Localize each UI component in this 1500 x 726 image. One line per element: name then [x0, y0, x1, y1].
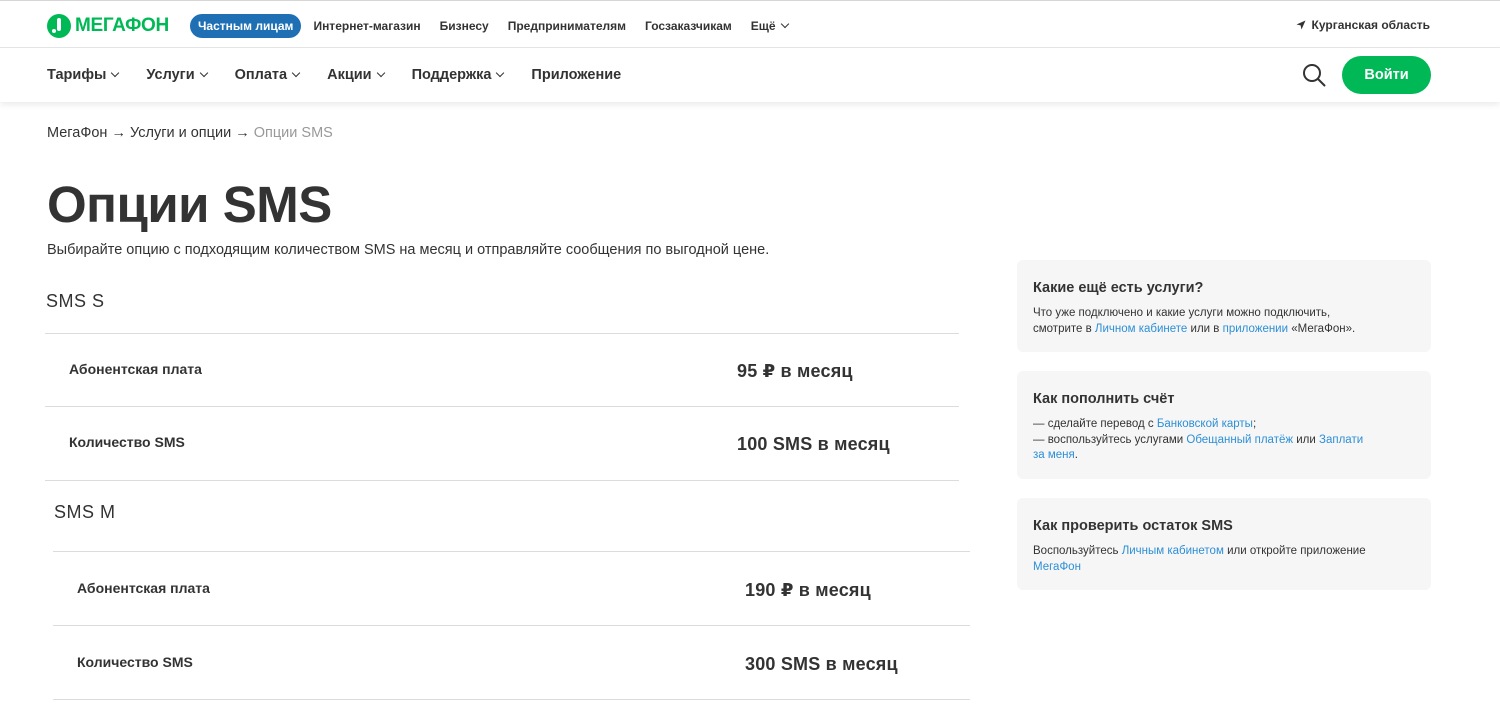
card-text-part: — сделайте перевод с	[1033, 418, 1157, 430]
nav-services[interactable]: Услуги	[146, 67, 208, 83]
personal-account-link[interactable]: Личным кабинетом	[1122, 545, 1224, 557]
option-row: Абонентская плата 95 ₽ в месяц	[45, 333, 959, 407]
breadcrumb-services[interactable]: Услуги и опции	[130, 125, 231, 141]
info-card-topup: Как пополнить счёт — сделайте перевод с …	[1017, 371, 1431, 479]
region-label: Курганская область	[1311, 18, 1430, 32]
breadcrumb-home[interactable]: МегаФон	[47, 125, 107, 141]
info-card-sms-balance: Как проверить остаток SMS Воспользуйтесь…	[1017, 498, 1431, 590]
nav-promo[interactable]: Акции	[327, 67, 385, 83]
card-text-part: «МегаФон».	[1288, 322, 1356, 335]
breadcrumb: МегаФон → Услуги и опции → Опции SMS	[47, 125, 333, 141]
top-bar: МЕГАФОН Частным лицам Интернет-магазин Б…	[0, 5, 1500, 48]
nav-tariffs[interactable]: Тарифы	[47, 67, 120, 83]
location-arrow-icon	[1296, 20, 1306, 30]
segment-nav: Частным лицам Интернет-магазин Бизнесу П…	[190, 14, 807, 38]
nav-tariffs-label: Тарифы	[47, 67, 107, 83]
option-row: Количество SMS 300 SMS в месяц	[53, 625, 970, 699]
nav-services-label: Услуги	[146, 67, 195, 83]
nav-payment-label: Оплата	[234, 67, 288, 83]
personal-account-link[interactable]: Личном кабинете	[1095, 323, 1187, 335]
card-text-part: или откройте приложение	[1223, 545, 1366, 557]
pay-for-me-link[interactable]: Заплати	[1319, 434, 1363, 446]
card-title: Какие ещё есть услуги?	[1033, 280, 1204, 296]
card-text-part: или	[1293, 433, 1320, 446]
search-icon[interactable]	[1302, 63, 1326, 87]
chevron-down-icon	[199, 68, 208, 78]
breadcrumb-separator: →	[235, 125, 250, 141]
row-label: Количество SMS	[69, 434, 185, 450]
card-text-part: Воспользуйтесь	[1033, 545, 1122, 557]
option-row: Количество SMS 100 SMS в месяц	[45, 406, 959, 480]
app-link[interactable]: приложении	[1223, 323, 1288, 335]
chevron-down-icon	[291, 68, 301, 78]
chevron-down-icon	[780, 19, 789, 29]
pay-for-me-link-cont[interactable]: за меня	[1033, 449, 1075, 461]
region-selector[interactable]: Курганская область	[1296, 18, 1430, 32]
row-label: Количество SMS	[77, 654, 193, 670]
card-text: Воспользуйтесь Личным кабинетом или откр…	[1033, 544, 1415, 575]
chevron-down-icon	[111, 68, 120, 78]
segment-government[interactable]: Госзаказчикам	[645, 19, 732, 33]
card-text-part: ;	[1252, 418, 1257, 430]
segment-shop[interactable]: Интернет-магазин	[313, 19, 420, 33]
nav-app[interactable]: Приложение	[531, 67, 621, 83]
segment-more-label: Ещё	[750, 19, 776, 33]
card-text-part: или в	[1187, 322, 1223, 335]
card-text-part: — воспользуйтесь услугами	[1033, 433, 1187, 446]
segment-entrepreneurs[interactable]: Предпринимателям	[508, 19, 626, 33]
chevron-down-icon	[496, 68, 505, 78]
nav-support-label: Поддержка	[411, 67, 492, 83]
row-label: Абонентская плата	[69, 361, 202, 377]
info-card-services: Какие ещё есть услуги? Что уже подключен…	[1017, 260, 1431, 352]
segment-private[interactable]: Частным лицам	[190, 14, 302, 38]
row-value: 190 ₽ в месяц	[745, 580, 871, 600]
chevron-down-icon	[376, 68, 385, 78]
row-label: Абонентская плата	[77, 580, 210, 596]
divider	[53, 699, 970, 700]
option-title: SMS M	[54, 502, 116, 522]
breadcrumb-separator: →	[111, 125, 126, 141]
row-value: 95 ₽ в месяц	[737, 361, 853, 381]
option-title: SMS S	[46, 291, 105, 311]
row-value: 300 SMS в месяц	[745, 654, 898, 674]
page-title: Опции SMS	[47, 176, 332, 233]
option-row: Абонентская плата 190 ₽ в месяц	[53, 551, 970, 625]
card-text-part: Что уже подключено и какие услуги можно …	[1033, 307, 1331, 319]
promised-payment-link[interactable]: Обещанный платёж	[1186, 434, 1293, 446]
nav-payment[interactable]: Оплата	[234, 67, 301, 83]
main-nav: Тарифы Услуги Оплата Акции Поддержка При…	[0, 48, 1500, 102]
segment-business[interactable]: Бизнесу	[440, 19, 489, 33]
card-title: Как проверить остаток SMS	[1033, 518, 1233, 534]
card-title: Как пополнить счёт	[1033, 391, 1175, 407]
divider	[45, 480, 959, 481]
megafon-app-link[interactable]: МегаФон	[1033, 561, 1081, 573]
card-text: Что уже подключено и какие услуги можно …	[1033, 306, 1415, 337]
megafon-logo[interactable]: МЕГАФОН	[47, 13, 169, 39]
logo-text: МЕГАФОН	[75, 15, 169, 36]
megafon-logo-icon	[47, 14, 71, 38]
row-value: 100 SMS в месяц	[737, 434, 890, 454]
breadcrumb-current: Опции SMS	[253, 125, 333, 141]
segment-more[interactable]: Ещё	[750, 19, 789, 33]
login-button[interactable]: Войти	[1342, 56, 1431, 94]
card-text-part: .	[1074, 449, 1078, 461]
card-text: — сделайте перевод с Банковской карты; —…	[1033, 417, 1415, 464]
page-subtitle: Выбирайте опцию с подходящим количеством…	[47, 242, 770, 258]
bank-card-link[interactable]: Банковской карты	[1157, 418, 1253, 430]
nav-support[interactable]: Поддержка	[411, 67, 505, 83]
card-text-part: смотрите в	[1033, 322, 1095, 335]
nav-promo-label: Акции	[327, 67, 372, 83]
